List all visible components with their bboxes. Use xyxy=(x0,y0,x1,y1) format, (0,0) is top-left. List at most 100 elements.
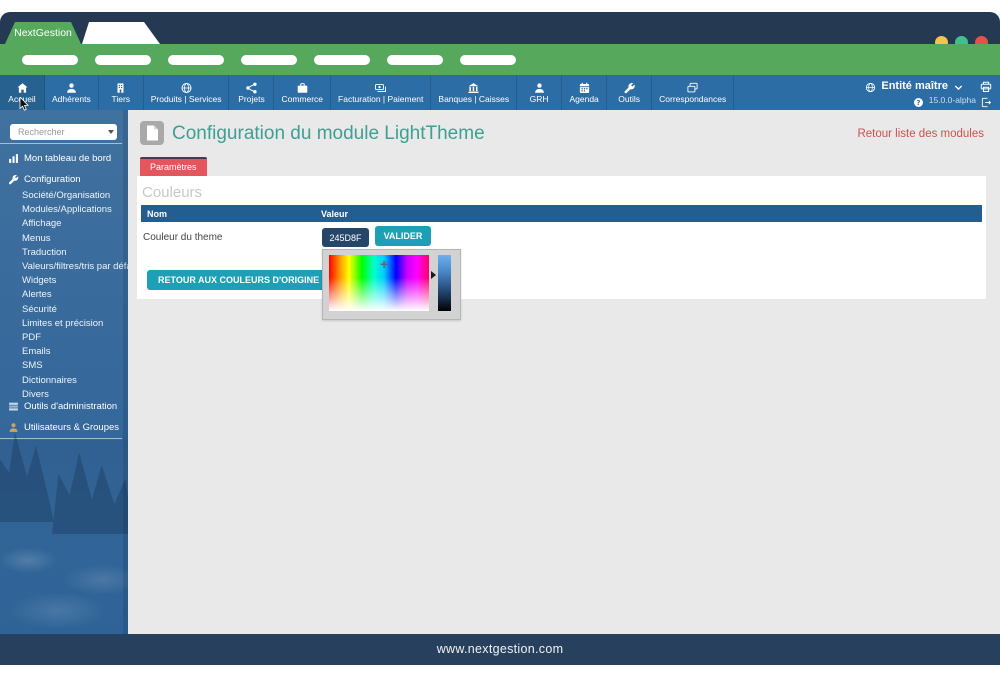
sidebar-item[interactable]: Utilisateurs & Groupes xyxy=(8,422,119,433)
chevron-down-icon[interactable] xyxy=(953,80,964,91)
globe-icon xyxy=(865,80,876,93)
sidebar-item[interactable]: Outils d'administration xyxy=(8,401,117,412)
sidebar-subitem[interactable]: Menus xyxy=(22,232,128,246)
topnav-item-label: Produits | Services xyxy=(150,94,222,104)
topnav-item-label: Adhérents xyxy=(52,94,91,104)
topnav-item[interactable]: Banques | Caisses xyxy=(431,75,518,110)
admin-panel-icon xyxy=(8,401,19,412)
sidebar-subitem[interactable]: Dictionnaires xyxy=(22,374,128,388)
validate-button[interactable]: VALIDER xyxy=(375,226,431,246)
sidebar-divider xyxy=(0,143,122,144)
sidebar-subitem[interactable]: Emails xyxy=(22,345,128,359)
picker-crosshair-handle[interactable]: + xyxy=(380,257,388,271)
topnav-item[interactable]: Tiers xyxy=(99,75,144,110)
sidebar-subitem[interactable]: Divers xyxy=(22,388,128,402)
topnav-item-label: Projets xyxy=(238,94,265,104)
topnav-item[interactable]: Agenda xyxy=(562,75,608,110)
help-icon[interactable]: ? xyxy=(913,95,924,107)
sidebar-item-label: Outils d'administration xyxy=(24,401,118,412)
quick-menu-pill[interactable] xyxy=(95,55,151,65)
sidebar-item[interactable]: Mon tableau de bord xyxy=(8,153,111,164)
quick-menu-pill[interactable] xyxy=(241,55,297,65)
sidebar-subitem[interactable]: Valeurs/filtres/tris par défaut xyxy=(22,260,128,274)
quick-menu-pill[interactable] xyxy=(22,55,78,65)
tree-silhouette xyxy=(0,432,54,522)
topnav-item[interactable]: Outils xyxy=(607,75,653,110)
member-icon xyxy=(65,81,78,93)
logout-icon[interactable] xyxy=(981,95,992,107)
quick-menu-pill[interactable] xyxy=(168,55,224,65)
sidebar-item-label: Utilisateurs & Groupes xyxy=(24,422,120,433)
sidebar-item[interactable]: Configuration xyxy=(8,174,81,185)
column-name: Nom xyxy=(147,208,167,219)
person-icon xyxy=(533,81,546,93)
sidebar-subitem[interactable]: Limites et précision xyxy=(22,317,128,331)
reset-colors-button[interactable]: RETOUR AUX COULEURS D'ORIGINE xyxy=(147,270,331,290)
search-input[interactable] xyxy=(16,126,106,138)
saturation-gradient-area[interactable]: + xyxy=(329,255,429,311)
quick-menu-pill[interactable] xyxy=(387,55,443,65)
back-to-modules-link[interactable]: Retour liste des modules xyxy=(857,128,984,140)
color-picker-popup: + xyxy=(322,249,461,320)
page-title: Configuration du module LightTheme xyxy=(172,123,485,144)
chart-icon xyxy=(8,153,19,164)
money-icon xyxy=(374,81,387,93)
brightness-slider[interactable] xyxy=(438,255,451,311)
version-label: 15.0.0-alpha xyxy=(928,95,976,105)
svg-text:?: ? xyxy=(916,98,920,106)
topnav-item[interactable]: Produits | Services xyxy=(144,75,230,110)
window-titlebar: NextGestion xyxy=(0,12,1000,49)
topnav-right: Entité maître ? 15.0.0-alpha xyxy=(865,75,1000,110)
topnav-item-label: Commerce xyxy=(281,94,324,104)
printer-icon[interactable] xyxy=(980,80,992,92)
topnav-item[interactable]: Commerce xyxy=(274,75,332,110)
tab-parametres[interactable]: Paramètres xyxy=(140,157,207,176)
sidebar-subitem[interactable]: Alertes xyxy=(22,288,128,302)
sidebar-subitem[interactable]: Sécurité xyxy=(22,303,128,317)
sidebar-divider xyxy=(0,438,122,439)
slider-arrow-handle[interactable] xyxy=(431,271,436,279)
sidebar-item-label: Mon tableau de bord xyxy=(24,153,112,164)
topnav-item[interactable]: Correspondances xyxy=(652,75,735,110)
topnav-item-label: Correspondances xyxy=(659,94,727,104)
topnav-item-label: GRH xyxy=(529,94,549,104)
tree-silhouette xyxy=(52,452,128,534)
quick-menu-pill[interactable] xyxy=(314,55,370,65)
sidebar-search[interactable] xyxy=(10,124,117,140)
sidebar-subitem[interactable]: Traduction xyxy=(22,246,128,260)
briefcase-icon xyxy=(296,81,309,93)
topnav-item[interactable]: Adhérents xyxy=(45,75,99,110)
building-icon xyxy=(114,81,127,93)
ghost-tab[interactable] xyxy=(82,22,160,44)
sidebar-item-label: Configuration xyxy=(24,174,81,185)
brand-tab[interactable]: NextGestion xyxy=(5,22,81,44)
sidebar-subitem[interactable]: SMS xyxy=(22,359,128,373)
sidebar-subitem[interactable]: Société/Organisation xyxy=(22,189,128,203)
sidebar-subitem[interactable]: Affichage xyxy=(22,217,128,231)
entity-row: Entité maître xyxy=(865,80,992,93)
quick-menu-band xyxy=(0,44,1000,75)
theme-color-input[interactable] xyxy=(322,228,369,247)
calendar-icon xyxy=(578,81,591,93)
main-content: Configuration du module LightTheme Retou… xyxy=(128,110,1000,634)
network-icon xyxy=(245,81,258,94)
topnav-item[interactable]: Facturation | Paiement xyxy=(331,75,432,110)
colors-panel: Couleurs Nom Valeur Couleur du theme VAL… xyxy=(137,176,986,299)
topnav-item[interactable]: Projets xyxy=(229,75,275,110)
version-row: ? 15.0.0-alpha xyxy=(913,95,992,107)
sidebar-subitem[interactable]: Widgets xyxy=(22,274,128,288)
topnav-item[interactable]: GRH xyxy=(517,75,563,110)
sidebar-subitem[interactable]: Modules/Applications xyxy=(22,203,128,217)
wrench-icon xyxy=(623,81,636,94)
theme-color-label: Couleur du theme xyxy=(143,232,223,243)
module-document-icon xyxy=(140,121,164,145)
section-title: Couleurs xyxy=(142,184,203,201)
entity-selector[interactable]: Entité maître xyxy=(881,80,948,92)
topnav-item-label: Agenda xyxy=(569,94,599,104)
bank-icon xyxy=(467,81,480,93)
column-value: Valeur xyxy=(321,208,349,219)
application-window: NextGestion AccueilAdhérentsTiersProduit… xyxy=(0,0,1000,679)
sidebar-subitem[interactable]: PDF xyxy=(22,331,128,345)
quick-menu-pill[interactable] xyxy=(460,55,516,65)
search-caret-icon[interactable] xyxy=(108,130,114,134)
